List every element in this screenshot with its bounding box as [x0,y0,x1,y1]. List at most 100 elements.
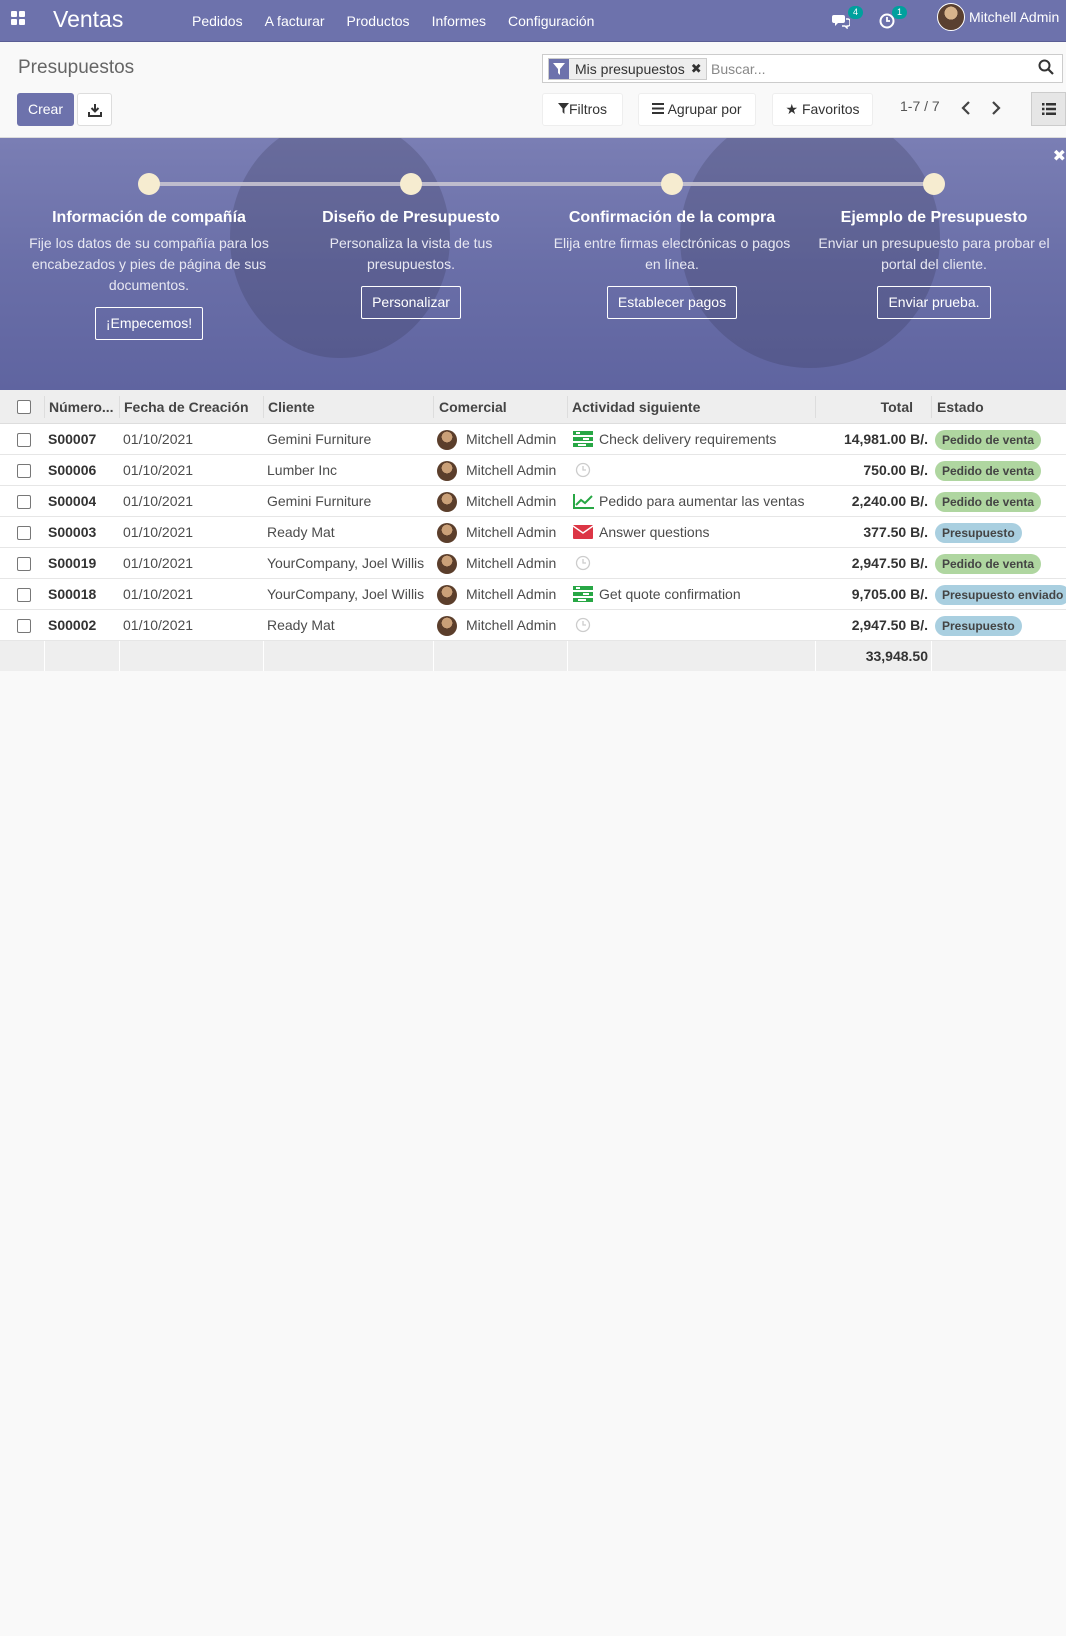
steps-progress-line [148,182,933,186]
export-button[interactable] [77,93,112,126]
activity-menu[interactable] [879,0,895,42]
search-input[interactable] [711,59,1031,79]
row-checkbox[interactable] [17,588,31,602]
tasks-icon[interactable] [573,586,593,602]
menu-item-informes[interactable]: Informes [432,13,486,29]
control-panel: Presupuestos Crear Mis presupuestos ✖ Fi… [0,42,1066,138]
menu-item-a-facturar[interactable]: A facturar [265,13,325,29]
pager-next-icon[interactable] [989,100,1005,116]
messaging-menu[interactable] [832,0,850,42]
select-all-checkbox[interactable] [17,400,31,414]
row-checkbox[interactable] [17,495,31,509]
sum-total: 33,948.50 [865,648,928,664]
close-banner-icon[interactable]: ✖ [1053,146,1066,166]
menu-item-pedidos[interactable]: Pedidos [192,13,243,29]
table-row[interactable]: S00007 01/10/2021 Gemini Furniture Mitch… [0,424,1066,455]
clock-icon[interactable] [575,555,595,571]
line-chart-icon[interactable] [573,493,594,509]
groupby-label: Agrupar por [667,101,742,117]
column-header-status[interactable]: Estado [937,390,984,424]
order-total: 2,240.00 B/. [851,493,928,509]
menu-item-productos[interactable]: Productos [347,13,410,29]
menu-item-configuracion[interactable]: Configuración [508,13,594,29]
status-badge: Pedido de venta [935,461,1042,481]
filters-button[interactable]: Filtros [542,93,623,126]
salesperson-avatar [437,461,457,481]
step-description: Elija entre firmas electrónicas o pagos … [553,235,791,272]
customer: Lumber Inc [267,462,338,478]
table-row[interactable]: S00002 01/10/2021 Ready Mat Mitchell Adm… [0,610,1066,641]
activity-summary: Check delivery requirements [599,431,777,447]
creation-date: 01/10/2021 [123,555,194,571]
creation-date: 01/10/2021 [123,431,194,447]
status-cell: Pedido de venta [935,424,1042,455]
activity-summary: Get quote confirmation [599,586,741,602]
column-header-activity[interactable]: Actividad siguiente [572,390,700,424]
step-dot [138,173,160,195]
app-brand[interactable]: Ventas [53,4,123,34]
chat-icon [832,15,850,29]
row-checkbox[interactable] [17,557,31,571]
filter-icon [549,59,569,79]
list-view-button[interactable] [1031,92,1066,126]
creation-date: 01/10/2021 [123,462,194,478]
order-number: S00006 [48,462,97,478]
envelope-icon[interactable] [572,524,594,540]
salesperson: Mitchell Admin [466,617,557,633]
user-avatar[interactable] [937,3,965,31]
table-row[interactable]: S00006 01/10/2021 Lumber Inc Mitchell Ad… [0,455,1066,486]
salesperson-avatar [437,585,457,605]
groupby-button[interactable]: Agrupar por [638,93,756,126]
column-divider [44,396,45,418]
remove-facet-icon[interactable]: ✖ [691,61,706,77]
column-divider [931,641,932,671]
search-icon[interactable] [1038,59,1056,77]
customer: Ready Mat [267,524,335,540]
order-total: 377.50 B/. [863,524,928,540]
filter-facet[interactable]: Mis presupuestos ✖ [548,58,707,80]
table-footer: 33,948.50 [0,641,1066,671]
list-icon [1041,103,1056,115]
create-button[interactable]: Crear [17,93,74,126]
row-checkbox[interactable] [17,464,31,478]
column-divider [119,396,120,418]
table-row[interactable]: S00018 01/10/2021 YourCompany, Joel Will… [0,579,1066,610]
salesperson: Mitchell Admin [466,524,557,540]
column-divider [931,396,932,418]
order-number: S00007 [48,431,97,447]
clock-icon[interactable] [575,617,595,633]
row-checkbox[interactable] [17,526,31,540]
step-dot [661,173,683,195]
table-row[interactable]: S00004 01/10/2021 Gemini Furniture Mitch… [0,486,1066,517]
step-button-enviar-prueba[interactable]: Enviar prueba. [877,286,991,319]
favorites-button[interactable]: ★ Favoritos [772,93,873,126]
order-number: S00019 [48,555,97,571]
row-checkbox[interactable] [17,433,31,447]
tasks-icon[interactable] [573,431,593,447]
user-menu-name[interactable]: Mitchell Admin [969,0,1059,34]
pager-previous-icon[interactable] [959,100,975,116]
customer: Gemini Furniture [267,493,372,509]
facet-label: Mis presupuestos [575,61,685,77]
star-icon: ★ [785,101,799,117]
apps-menu-icon[interactable] [10,10,26,26]
step-button-empecemos[interactable]: ¡Empecemos! [94,307,204,340]
salesperson-avatar [437,554,457,574]
table-row[interactable]: S00019 01/10/2021 YourCompany, Joel Will… [0,548,1066,579]
table-row[interactable]: S00003 01/10/2021 Ready Mat Mitchell Adm… [0,517,1066,548]
status-badge: Pedido de venta [935,492,1042,512]
pager-value[interactable]: 1-7 / 7 [900,98,940,114]
clock-icon[interactable] [575,462,595,478]
step-button-personalizar[interactable]: Personalizar [361,286,461,319]
step-button-establecer-pagos[interactable]: Establecer pagos [606,286,738,319]
step-dot [923,173,945,195]
column-divider [815,396,816,418]
column-header-total[interactable]: Total [820,390,913,424]
creation-date: 01/10/2021 [123,493,194,509]
row-checkbox[interactable] [17,619,31,633]
column-header-customer[interactable]: Cliente [268,390,315,424]
column-header-salesperson[interactable]: Comercial [439,390,507,424]
column-header-number[interactable]: Número... [49,390,115,424]
column-divider [263,641,264,671]
column-header-date[interactable]: Fecha de Creación [124,390,259,424]
